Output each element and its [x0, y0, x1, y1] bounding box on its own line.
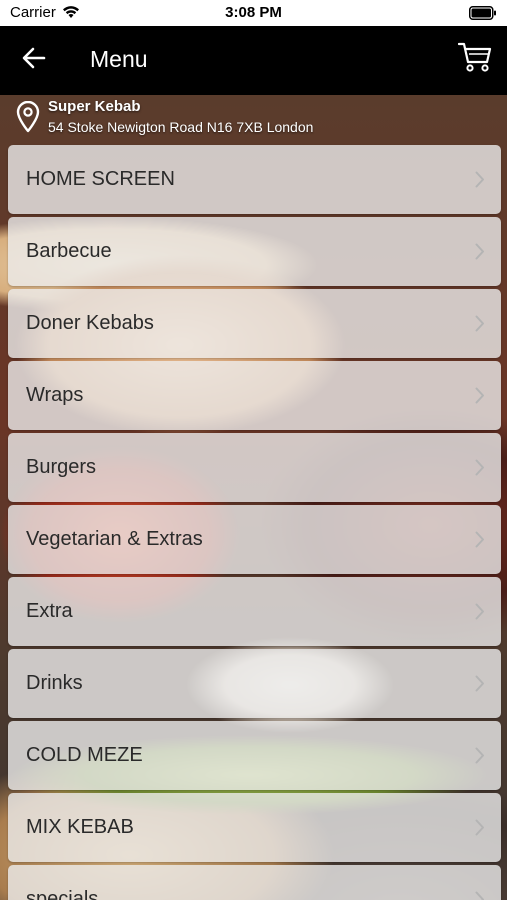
menu-category-row[interactable]: Vegetarian & Extras — [8, 505, 501, 574]
chevron-right-icon — [475, 747, 485, 769]
menu-category-row[interactable]: Doner Kebabs — [8, 289, 501, 358]
chevron-right-icon — [475, 243, 485, 265]
menu-category-label: HOME SCREEN — [26, 168, 175, 190]
menu-category-label: Burgers — [26, 456, 97, 478]
status-time: 3:08 PM — [225, 4, 282, 21]
menu-category-row[interactable]: COLD MEZE — [8, 721, 501, 790]
menu-category-label: Doner Kebabs — [26, 312, 154, 334]
restaurant-address: 54 Stoke Newigton Road N16 7XB London — [48, 119, 314, 135]
menu-category-label: COLD MEZE — [26, 744, 143, 766]
menu-category-row[interactable]: MIX KEBAB — [8, 793, 501, 862]
restaurant-location: Super Kebab 54 Stoke Newigton Road N16 7… — [0, 95, 507, 141]
menu-category-label: Drinks — [26, 672, 83, 694]
chevron-right-icon — [475, 531, 485, 553]
map-pin-icon — [16, 100, 40, 138]
menu-category-label: Wraps — [26, 384, 84, 406]
chevron-right-icon — [475, 819, 485, 841]
chevron-right-icon — [475, 171, 485, 193]
menu-category-row[interactable]: Burgers — [8, 433, 501, 502]
menu-category-row[interactable]: Extra — [8, 577, 501, 646]
menu-category-row[interactable]: Drinks — [8, 649, 501, 718]
restaurant-name: Super Kebab — [48, 98, 141, 115]
page-title: Menu — [90, 46, 148, 72]
menu-category-row[interactable]: Wraps — [8, 361, 501, 430]
menu-category-label: MIX KEBAB — [26, 816, 134, 838]
chevron-right-icon — [475, 387, 485, 409]
navigation-bar: Menu — [0, 26, 507, 95]
chevron-right-icon — [475, 891, 485, 900]
menu-category-label: Vegetarian & Extras — [26, 528, 203, 550]
menu-category-list: HOME SCREEN Barbecue Doner Kebabs Wraps Burg… — [8, 145, 501, 900]
menu-category-row[interactable]: Barbecue — [8, 217, 501, 286]
chevron-right-icon — [475, 459, 485, 481]
menu-category-row[interactable]: specials — [8, 865, 501, 900]
menu-category-label: specials — [26, 888, 99, 900]
status-bar: Carrier 3:08 PM — [0, 0, 507, 26]
menu-category-label: Extra — [26, 600, 73, 622]
cart-button[interactable] — [457, 42, 493, 76]
app-screen: Carrier 3:08 PM Menu Super Kebab 54 Stok… — [0, 0, 507, 900]
menu-category-row[interactable]: HOME SCREEN — [8, 145, 501, 214]
chevron-right-icon — [475, 603, 485, 625]
shopping-cart-icon — [457, 41, 492, 78]
battery-icon — [469, 6, 497, 24]
chevron-right-icon — [475, 315, 485, 337]
chevron-right-icon — [475, 675, 485, 697]
arrow-left-icon — [22, 47, 46, 74]
menu-category-label: Barbecue — [26, 240, 112, 262]
back-button[interactable] — [16, 44, 52, 76]
